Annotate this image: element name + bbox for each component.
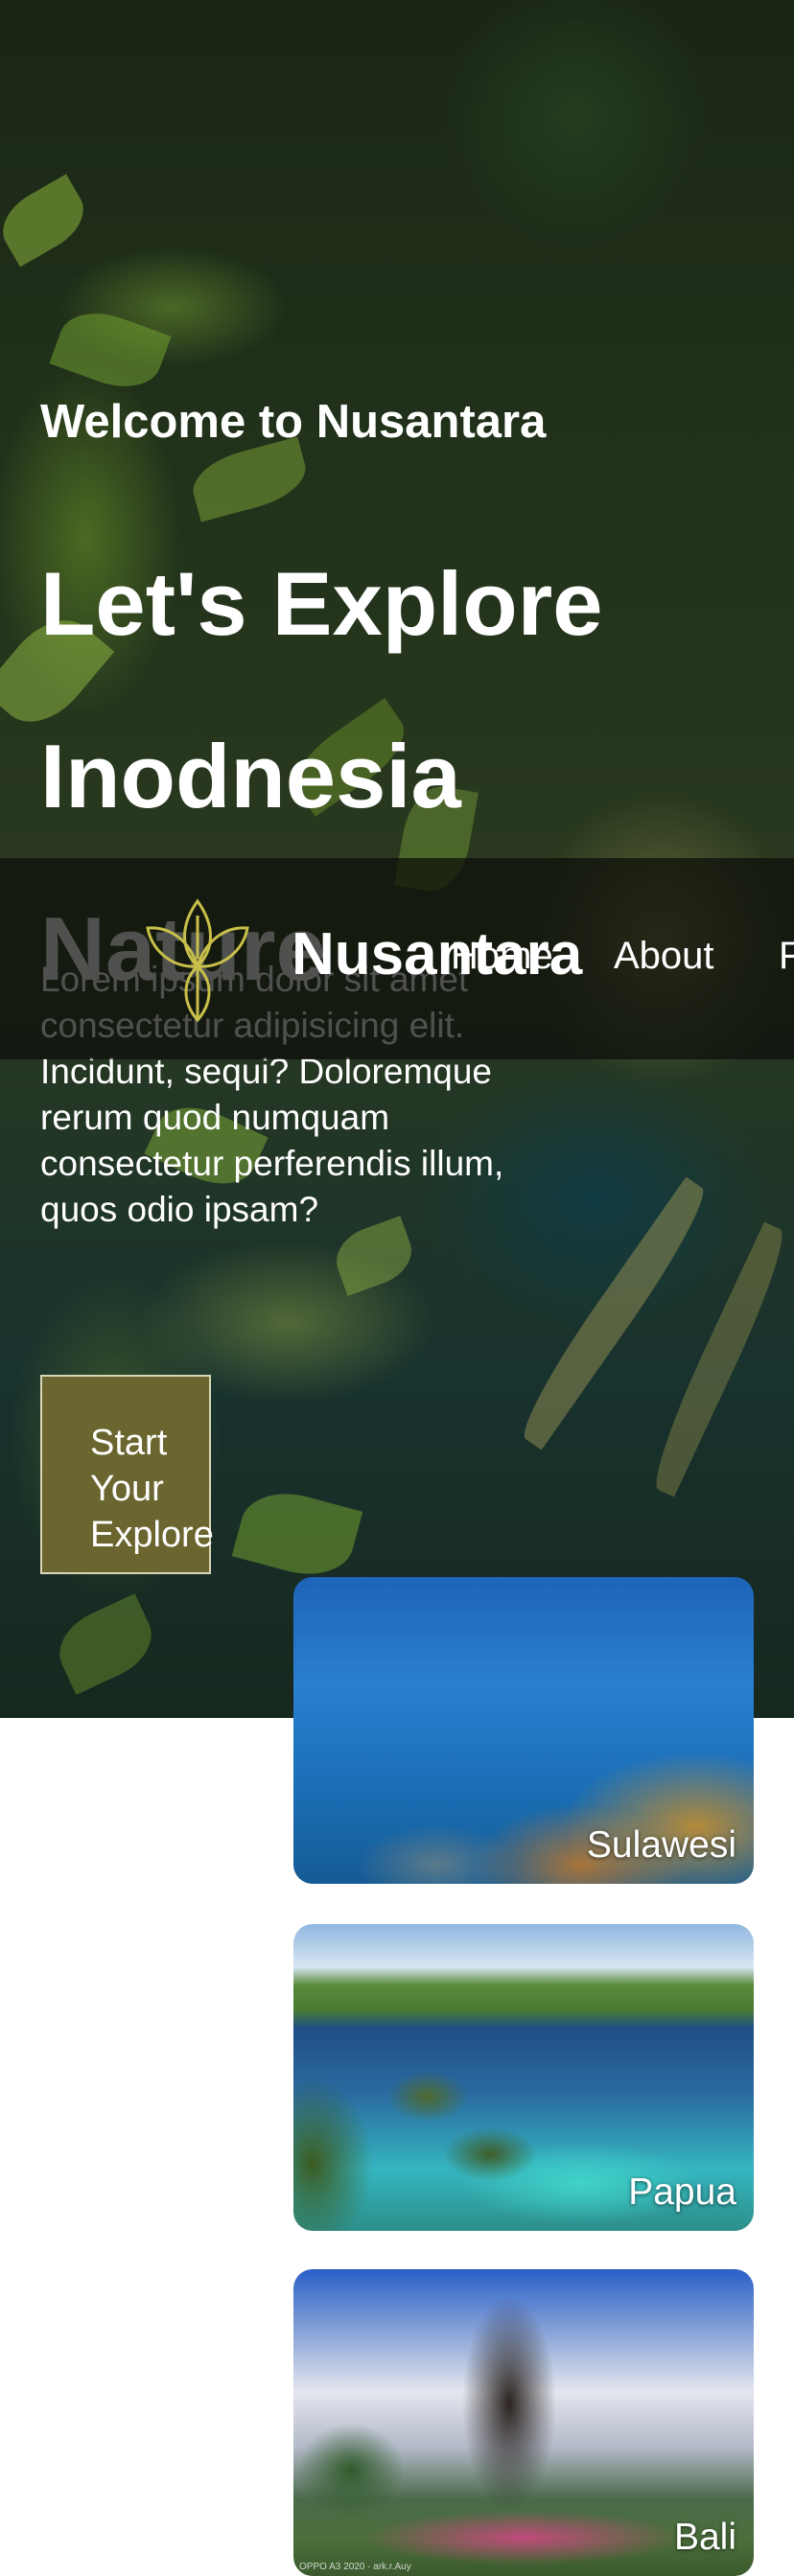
start-explore-button[interactable]: Start Your Explore [40,1375,214,1574]
leaf-decoration [49,300,172,400]
nav-item-truncated[interactable]: F [779,935,794,978]
lotus-icon[interactable] [142,892,253,1026]
nav-home-link[interactable]: Home [451,935,553,978]
leaf-decoration [47,1593,164,1695]
destination-label: Papua [628,2171,736,2213]
destination-label: Sulawesi [586,1824,736,1866]
leaf-decoration [231,1481,363,1587]
leaf-decoration [0,174,95,267]
destination-card-sulawesi[interactable]: Sulawesi [293,1577,754,1884]
destination-card-papua[interactable]: Papua [293,1924,754,2231]
welcome-text: Welcome to Nusantara [40,396,547,448]
navbar: Nusantara Home About F [0,858,794,1059]
nav-about-link[interactable]: About [614,935,714,978]
leaf-decoration [186,436,313,522]
destination-card-bali[interactable]: OPPO A3 2020 · ark.r.Auy Bali [293,2269,754,2576]
destination-label: Bali [673,2517,736,2558]
photo-watermark: OPPO A3 2020 · ark.r.Auy [299,2562,411,2572]
